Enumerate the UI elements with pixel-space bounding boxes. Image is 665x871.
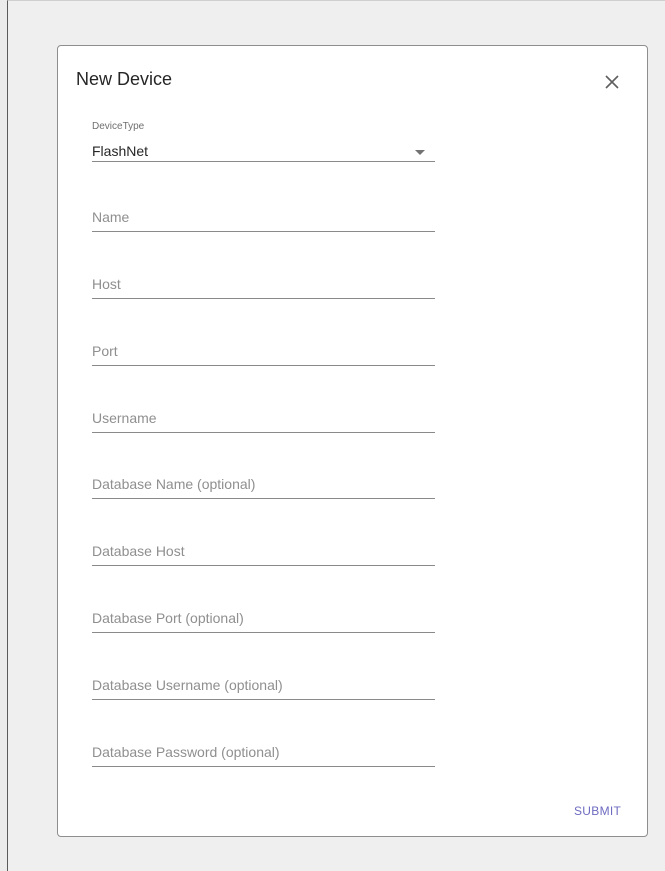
app-frame: New Device DeviceType FlashNet Name Host… <box>7 0 665 871</box>
database-port-field-container <box>92 593 435 633</box>
username-input[interactable] <box>92 410 435 426</box>
host-field-container <box>92 259 435 299</box>
name-field-container <box>92 192 435 232</box>
database-password-input[interactable] <box>92 744 435 760</box>
device-type-select[interactable]: DeviceType FlashNet <box>92 121 435 162</box>
database-port-input[interactable] <box>92 610 435 626</box>
dialog-title: New Device <box>76 69 173 89</box>
database-password-field-container <box>92 727 435 767</box>
database-username-input[interactable] <box>92 677 435 693</box>
device-type-label: DeviceType <box>92 121 145 132</box>
close-icon[interactable] <box>600 70 624 94</box>
host-input[interactable] <box>92 276 435 292</box>
database-host-input[interactable] <box>92 543 435 559</box>
database-host-field-container <box>92 526 435 566</box>
submit-button[interactable]: SUBMIT <box>574 804 621 818</box>
port-field-container <box>92 326 435 366</box>
name-input[interactable] <box>92 209 435 225</box>
database-name-input[interactable] <box>92 476 435 492</box>
database-username-field-container <box>92 660 435 700</box>
dropdown-arrow-icon[interactable] <box>415 150 425 155</box>
database-name-field-container <box>92 459 435 499</box>
device-type-value: FlashNet <box>92 143 149 159</box>
new-device-dialog: New Device DeviceType FlashNet Name Host… <box>57 45 648 837</box>
username-field-container <box>92 393 435 433</box>
port-input[interactable] <box>92 343 435 359</box>
